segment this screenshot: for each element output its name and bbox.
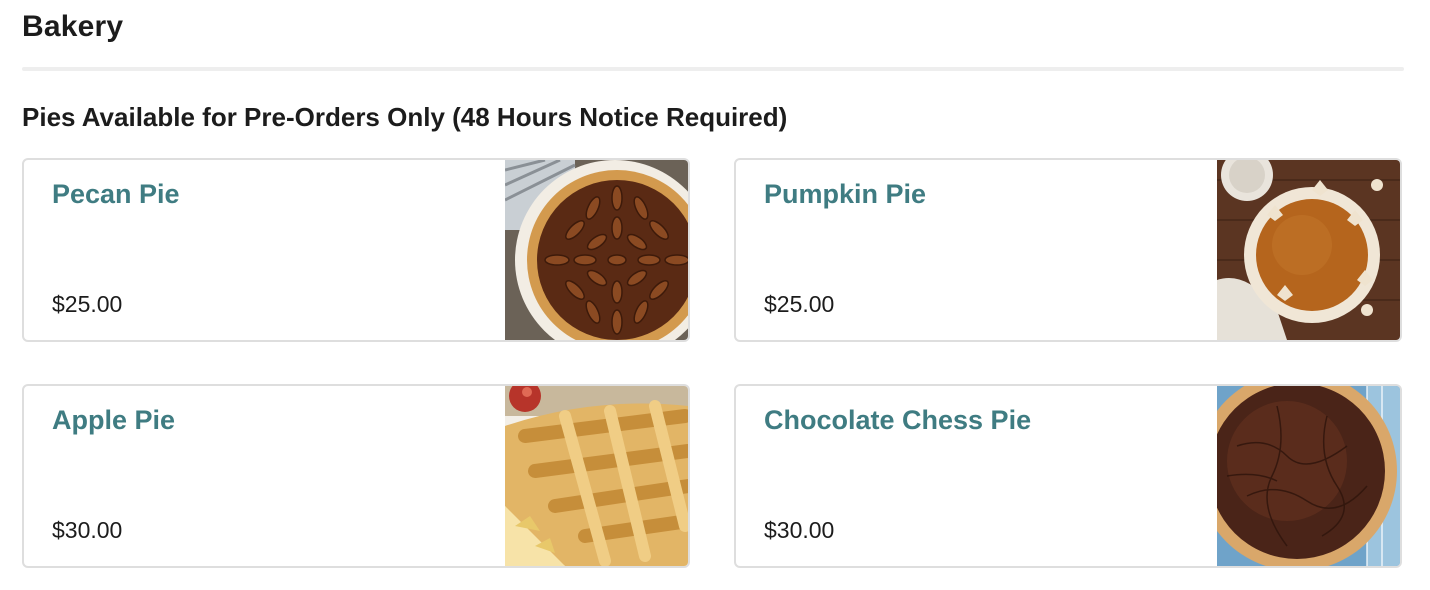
pumpkin-pie-photo xyxy=(1217,160,1400,340)
menu-item-name[interactable]: Chocolate Chess Pie xyxy=(764,405,1031,436)
category-heading: Pies Available for Pre-Orders Only (48 H… xyxy=(22,102,788,132)
section-title: Bakery xyxy=(22,10,124,43)
menu-item-card-chocolate-chess-pie[interactable]: Chocolate Chess Pie $30.00 xyxy=(734,384,1402,568)
menu-item-card-pecan-pie[interactable]: Pecan Pie $25.00 xyxy=(22,158,690,342)
menu-item-name[interactable]: Pecan Pie xyxy=(52,179,180,210)
menu-item-price: $30.00 xyxy=(52,517,123,543)
chocolate-chess-pie-photo xyxy=(1217,386,1400,566)
menu-page: Bakery Pies Available for Pre-Orders Onl… xyxy=(0,0,1430,590)
menu-item-price: $25.00 xyxy=(764,291,835,317)
menu-item-card-pumpkin-pie[interactable]: Pumpkin Pie $25.00 xyxy=(734,158,1402,342)
menu-item-name[interactable]: Pumpkin Pie xyxy=(764,179,926,210)
menu-item-price: $30.00 xyxy=(764,517,835,543)
menu-item-card-apple-pie[interactable]: Apple Pie $30.00 xyxy=(22,384,690,568)
apple-pie-photo xyxy=(505,386,688,566)
menu-item-price: $25.00 xyxy=(52,291,123,317)
menu-item-name[interactable]: Apple Pie xyxy=(52,405,175,436)
section-divider xyxy=(22,67,1404,71)
pecan-pie-photo xyxy=(505,160,688,340)
